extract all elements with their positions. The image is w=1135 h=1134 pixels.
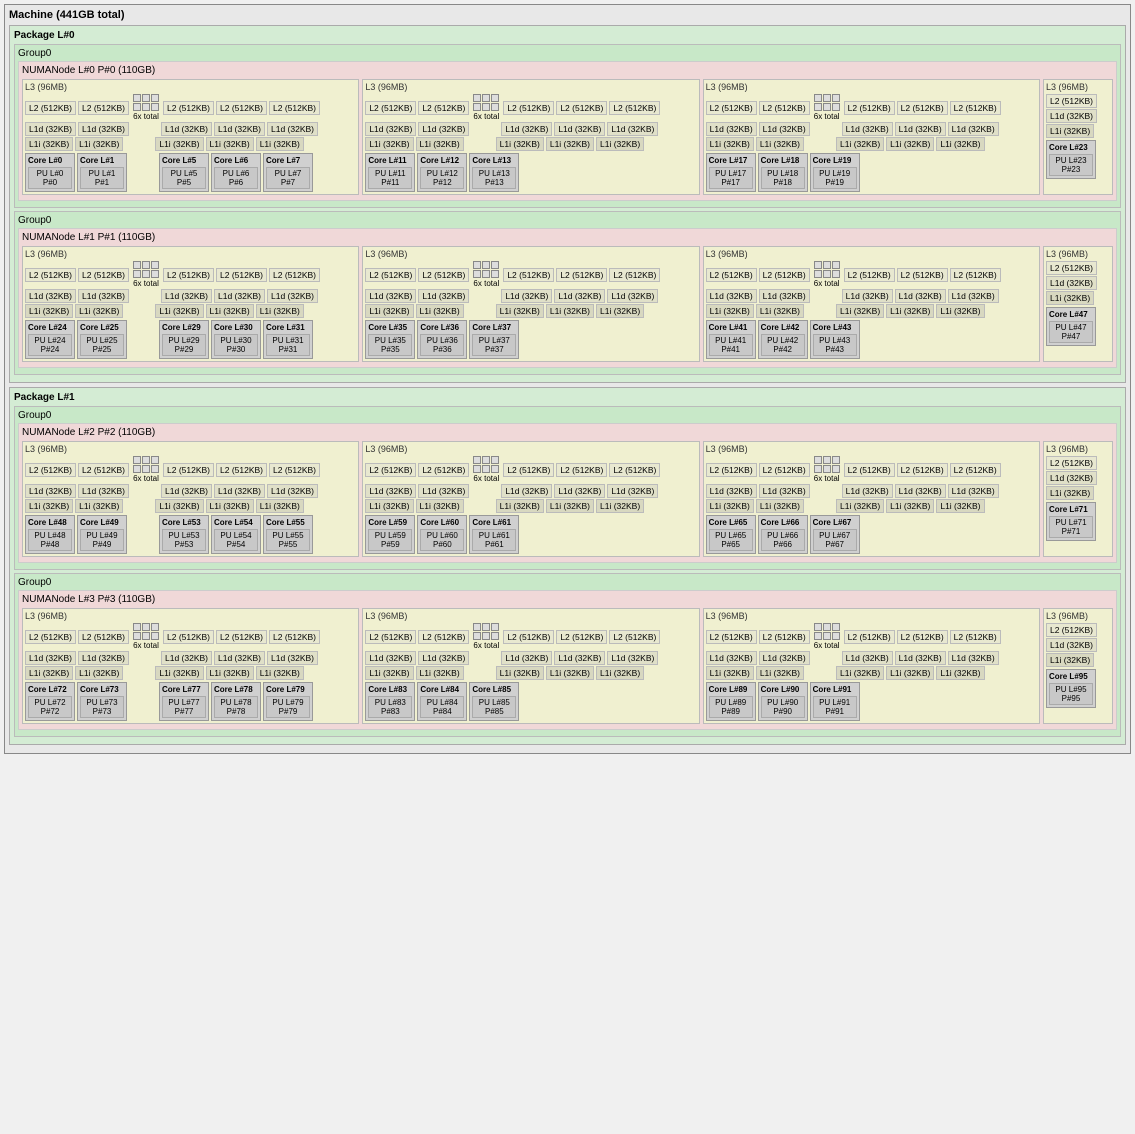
l3-3-1: L3 (96MB) L2 (512KB) L2 (512KB) 6x total — [362, 608, 699, 724]
core-77: Core L#77 PU L#77P#77 — [159, 682, 209, 721]
l3-0-2: L3 (96MB) L2 (512KB) L2 (512KB) 6x total — [703, 79, 1040, 195]
package-1-title: Package L#1 — [14, 392, 1121, 403]
core-78: Core L#78 PU L#78P#78 — [211, 682, 261, 721]
core-90: Core L#90 PU L#90P#90 — [758, 682, 808, 721]
l3-2-3: L3 (96MB) L2 (512KB) L1d (32KB) L1i (32K… — [1043, 441, 1113, 557]
core-43: Core L#43 PU L#43P#43 — [810, 320, 860, 359]
core-89: Core L#89 PU L#89P#89 — [706, 682, 756, 721]
core-29: Core L#29 PU L#29P#29 — [159, 320, 209, 359]
l3-3-0: L3 (96MB) L2 (512KB) L2 (512KB) 6x total — [22, 608, 359, 724]
group0-numa1: Group0 NUMANode L#1 P#1 (110GB) L3 (96MB… — [14, 211, 1121, 375]
l3-1-1: L3 (96MB) L2 (512KB) L2 (512KB) 6x total — [362, 246, 699, 362]
core-0: Core L#0 PU L#0P#0 — [25, 153, 75, 192]
numa2: NUMANode L#2 P#2 (110GB) L3 (96MB) L2 (5… — [18, 423, 1117, 563]
core-91: Core L#91 PU L#91P#91 — [810, 682, 860, 721]
core-49: Core L#49 PU L#49P#49 — [77, 515, 127, 554]
core-19: Core L#19 PU L#19P#19 — [810, 153, 860, 192]
core-48: Core L#48 PU L#48P#48 — [25, 515, 75, 554]
core-83: Core L#83 PU L#83P#83 — [365, 682, 415, 721]
core-67: Core L#67 PU L#67P#67 — [810, 515, 860, 554]
core-60: Core L#60 PU L#60P#60 — [417, 515, 467, 554]
group0-numa0-label: Group0 — [18, 48, 1117, 59]
l3-3-3: L3 (96MB) L2 (512KB) L1d (32KB) L1i (32K… — [1043, 608, 1113, 724]
group0-numa1-label: Group0 — [18, 215, 1117, 226]
core-71: Core L#71 PU L#71P#71 — [1046, 502, 1096, 541]
package-0: Package L#0 Group0 NUMANode L#0 P#0 (110… — [9, 25, 1126, 383]
core-36: Core L#36 PU L#36P#36 — [417, 320, 467, 359]
l3-2-2: L3 (96MB) L2 (512KB) L2 (512KB) 6x total — [703, 441, 1040, 557]
core-23: Core L#23 PU L#23P#23 — [1046, 140, 1096, 179]
machine-box: Machine (441GB total) Package L#0 Group0… — [4, 4, 1131, 754]
numa0-title: NUMANode L#0 P#0 (110GB) — [22, 65, 1113, 76]
core-79: Core L#79 PU L#79P#79 — [263, 682, 313, 721]
core-37: Core L#37 PU L#37P#37 — [469, 320, 519, 359]
group0-numa3: Group0 NUMANode L#3 P#3 (110GB) L3 (96MB… — [14, 573, 1121, 737]
machine-title: Machine (441GB total) — [9, 9, 1126, 21]
core-30: Core L#30 PU L#30P#30 — [211, 320, 261, 359]
numa3: NUMANode L#3 P#3 (110GB) L3 (96MB) L2 (5… — [18, 590, 1117, 730]
package-1: Package L#1 Group0 NUMANode L#2 P#2 (110… — [9, 387, 1126, 745]
core-85: Core L#85 PU L#85P#85 — [469, 682, 519, 721]
core-73: Core L#73 PU L#73P#73 — [77, 682, 127, 721]
core-55: Core L#55 PU L#55P#55 — [263, 515, 313, 554]
core-5: Core L#5 PU L#5P#5 — [159, 153, 209, 192]
core-24: Core L#24 PU L#24P#24 — [25, 320, 75, 359]
core-12: Core L#12 PU L#12P#12 — [417, 153, 467, 192]
l3-3-2: L3 (96MB) L2 (512KB) L2 (512KB) 6x total — [703, 608, 1040, 724]
core-59: Core L#59 PU L#59P#59 — [365, 515, 415, 554]
core-54: Core L#54 PU L#54P#54 — [211, 515, 261, 554]
package-0-title: Package L#0 — [14, 30, 1121, 41]
core-18: Core L#18 PU L#18P#18 — [758, 153, 808, 192]
core-17: Core L#17 PU L#17P#17 — [706, 153, 756, 192]
l3-0-3: L3 (96MB) L2 (512KB) L1d (32KB) L1i (32K… — [1043, 79, 1113, 195]
core-61: Core L#61 PU L#61P#61 — [469, 515, 519, 554]
l3-1-2: L3 (96MB) L2 (512KB) L2 (512KB) 6x total — [703, 246, 1040, 362]
core-42: Core L#42 PU L#42P#42 — [758, 320, 808, 359]
core-66: Core L#66 PU L#66P#66 — [758, 515, 808, 554]
core-7: Core L#7 PU L#7P#7 — [263, 153, 313, 192]
core-35: Core L#35 PU L#35P#35 — [365, 320, 415, 359]
core-11: Core L#11 PU L#11P#11 — [365, 153, 415, 192]
numa2-title: NUMANode L#2 P#2 (110GB) — [22, 427, 1113, 438]
l3-2-1: L3 (96MB) L2 (512KB) L2 (512KB) 6x total — [362, 441, 699, 557]
l3-0-0: L3 (96MB) L2 (512KB) L2 (512KB) 6x total — [22, 79, 359, 195]
group0-numa0: Group0 NUMANode L#0 P#0 (110GB) L3 (96MB… — [14, 44, 1121, 208]
core-25: Core L#25 PU L#25P#25 — [77, 320, 127, 359]
core-31: Core L#31 PU L#31P#31 — [263, 320, 313, 359]
core-6: Core L#6 PU L#6P#6 — [211, 153, 261, 192]
core-41: Core L#41 PU L#41P#41 — [706, 320, 756, 359]
core-13: Core L#13 PU L#13P#13 — [469, 153, 519, 192]
numa1-title: NUMANode L#1 P#1 (110GB) — [22, 232, 1113, 243]
l3-0-1: L3 (96MB) L2 (512KB) L2 (512KB) 6x total — [362, 79, 699, 195]
group0-numa2: Group0 NUMANode L#2 P#2 (110GB) L3 (96MB… — [14, 406, 1121, 570]
numa3-title: NUMANode L#3 P#3 (110GB) — [22, 594, 1113, 605]
group0-numa2-label: Group0 — [18, 410, 1117, 421]
core-1: Core L#1 PU L#1P#1 — [77, 153, 127, 192]
core-95: Core L#95 PU L#95P#95 — [1046, 669, 1096, 708]
core-72: Core L#72 PU L#72P#72 — [25, 682, 75, 721]
core-65: Core L#65 PU L#65P#65 — [706, 515, 756, 554]
core-84: Core L#84 PU L#84P#84 — [417, 682, 467, 721]
numa1: NUMANode L#1 P#1 (110GB) L3 (96MB) L2 (5… — [18, 228, 1117, 368]
core-53: Core L#53 PU L#53P#53 — [159, 515, 209, 554]
l3-1-0: L3 (96MB) L2 (512KB) L2 (512KB) 6x total — [22, 246, 359, 362]
l3-1-3: L3 (96MB) L2 (512KB) L1d (32KB) L1i (32K… — [1043, 246, 1113, 362]
group0-numa3-label: Group0 — [18, 577, 1117, 588]
l3-2-0: L3 (96MB) L2 (512KB) L2 (512KB) 6x total — [22, 441, 359, 557]
core-47: Core L#47 PU L#47P#47 — [1046, 307, 1096, 346]
numa0: NUMANode L#0 P#0 (110GB) L3 (96MB) L2 (5… — [18, 61, 1117, 201]
